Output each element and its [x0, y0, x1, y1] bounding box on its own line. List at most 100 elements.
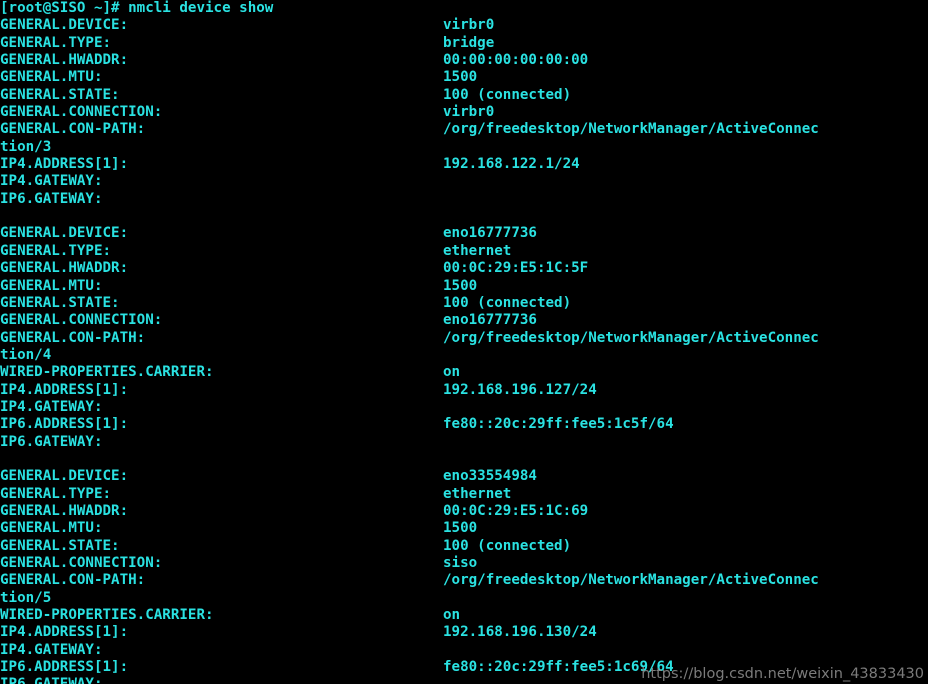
- property-key: GENERAL.CONNECTION:: [0, 104, 163, 121]
- property-key: GENERAL.MTU:: [0, 520, 103, 537]
- property-value: 1500: [443, 277, 478, 294]
- terminal-output[interactable]: [root@SISO ~]# nmcli device show GENERAL.…: [0, 0, 928, 684]
- terminal-property-row: GENERAL.STATE: 100 (connected): [0, 538, 928, 555]
- terminal-wrapped-line: tion/3: [0, 139, 928, 156]
- property-key: IP4.GATEWAY:: [0, 398, 103, 415]
- property-value: bridge: [443, 34, 495, 51]
- terminal-property-row: GENERAL.CONNECTION: siso: [0, 555, 928, 572]
- property-value: eno16777736: [443, 225, 537, 242]
- property-key: IP4.ADDRESS[1]:: [0, 624, 129, 641]
- property-key: IP4.ADDRESS[1]:: [0, 156, 129, 173]
- terminal-property-row: IP6.GATEWAY:: [0, 434, 928, 451]
- property-key: GENERAL.MTU:: [0, 277, 103, 294]
- terminal-property-row: IP4.GATEWAY:: [0, 399, 928, 416]
- terminal-property-row: GENERAL.CON-PATH: /org/freedesktop/Networ…: [0, 330, 928, 347]
- terminal-property-row: GENERAL.DEVICE: eno16777736: [0, 225, 928, 242]
- property-value: 1500: [443, 69, 478, 86]
- terminal-property-row: GENERAL.STATE: 100 (connected): [0, 87, 928, 104]
- terminal-property-row: GENERAL.MTU: 1500: [0, 278, 928, 295]
- terminal-property-row: IP6.ADDRESS[1]: fe80::20c:29ff:fee5:1c69/…: [0, 659, 928, 676]
- property-key: GENERAL.HWADDR:: [0, 52, 129, 69]
- terminal-property-row: GENERAL.TYPE: bridge: [0, 35, 928, 52]
- property-value: 1500: [443, 520, 478, 537]
- terminal-property-row: WIRED-PROPERTIES.CARRIER: on: [0, 364, 928, 381]
- property-value: 192.168.196.127/24: [443, 381, 597, 398]
- terminal-property-row: GENERAL.DEVICE: virbr0: [0, 17, 928, 34]
- property-value: on: [443, 607, 461, 624]
- property-value: siso: [443, 555, 478, 571]
- wrapped-text: tion/5: [0, 589, 52, 606]
- property-key: GENERAL.STATE:: [0, 86, 120, 103]
- terminal-wrapped-line: tion/5: [0, 590, 928, 607]
- terminal-property-row: GENERAL.CON-PATH: /org/freedesktop/Networ…: [0, 121, 928, 138]
- terminal-screen: [root@SISO ~]# nmcli device show GENERAL.…: [0, 0, 928, 684]
- terminal-property-row: WIRED-PROPERTIES.CARRIER: on: [0, 607, 928, 624]
- property-value: fe80::20c:29ff:fee5:1c5f/64: [443, 416, 674, 433]
- property-value: ethernet: [443, 485, 512, 502]
- terminal-property-row: GENERAL.MTU: 1500: [0, 520, 928, 537]
- property-value: 100 (connected): [443, 294, 572, 311]
- property-key: GENERAL.CON-PATH:: [0, 572, 146, 589]
- property-key: WIRED-PROPERTIES.CARRIER:: [0, 607, 214, 624]
- property-value: on: [443, 364, 461, 381]
- prompt-command-text: [root@SISO ~]# nmcli device show: [0, 0, 274, 16]
- terminal-prompt-line: [root@SISO ~]# nmcli device show: [0, 0, 928, 17]
- property-key: IP6.GATEWAY:: [0, 676, 443, 684]
- property-value: 192.168.122.1/24: [443, 156, 580, 173]
- property-key: IP6.GATEWAY:: [0, 190, 103, 207]
- property-value: eno33554984: [443, 468, 537, 485]
- property-key: GENERAL.HWADDR:: [0, 260, 129, 277]
- terminal-property-row: GENERAL.TYPE: ethernet: [0, 243, 928, 260]
- property-key: GENERAL.MTU:: [0, 69, 103, 86]
- property-key: GENERAL.DEVICE:: [0, 17, 129, 34]
- terminal-property-row: IP6.ADDRESS[1]: fe80::20c:29ff:fee5:1c5f/…: [0, 416, 928, 433]
- property-value: /org/freedesktop/NetworkManager/ActiveCo…: [443, 121, 819, 138]
- property-value: 100 (connected): [443, 86, 572, 103]
- property-value: /org/freedesktop/NetworkManager/ActiveCo…: [443, 572, 819, 589]
- property-key: GENERAL.CON-PATH:: [0, 121, 146, 138]
- property-key: GENERAL.CONNECTION:: [0, 312, 163, 329]
- property-key: IP6.GATEWAY:: [0, 433, 103, 450]
- terminal-property-row: GENERAL.DEVICE: eno33554984: [0, 468, 928, 485]
- property-key: IP4.GATEWAY:: [0, 641, 103, 658]
- property-value: 192.168.196.130/24: [443, 624, 597, 641]
- property-value: eno16777736: [443, 312, 537, 329]
- terminal-property-row: GENERAL.HWADDR: 00:00:00:00:00:00: [0, 52, 928, 69]
- terminal-property-row: GENERAL.HWADDR: 00:0C:29:E5:1C:5F: [0, 260, 928, 277]
- property-value: ethernet: [443, 242, 512, 259]
- property-value: virbr0: [443, 104, 495, 121]
- terminal-property-row: IP4.ADDRESS[1]: 192.168.196.127/24: [0, 382, 928, 399]
- property-key: GENERAL.CON-PATH:: [0, 329, 146, 346]
- property-value: virbr0: [443, 17, 495, 34]
- property-key: GENERAL.DEVICE:: [0, 468, 129, 485]
- property-key: GENERAL.DEVICE:: [0, 225, 129, 242]
- property-value: 00:0C:29:E5:1C:5F: [443, 260, 589, 277]
- property-key: GENERAL.STATE:: [0, 294, 120, 311]
- terminal-property-row: GENERAL.CONNECTION: eno16777736: [0, 312, 928, 329]
- property-key: IP6.ADDRESS[1]:: [0, 416, 129, 433]
- property-key: WIRED-PROPERTIES.CARRIER:: [0, 364, 214, 381]
- terminal-property-row: IP4.GATEWAY:: [0, 642, 928, 659]
- terminal-property-row: GENERAL.HWADDR: 00:0C:29:E5:1C:69: [0, 503, 928, 520]
- property-key: IP6.ADDRESS[1]:: [0, 659, 129, 676]
- terminal-wrapped-line: tion/4: [0, 347, 928, 364]
- property-value: /org/freedesktop/NetworkManager/ActiveCo…: [443, 329, 819, 346]
- wrapped-text: tion/4: [0, 346, 52, 363]
- property-value: fe80::20c:29ff:fee5:1c69/64: [443, 659, 674, 676]
- wrapped-text: tion/3: [0, 138, 52, 155]
- terminal-property-row: GENERAL.CONNECTION: virbr0: [0, 104, 928, 121]
- property-key: IP4.GATEWAY:: [0, 173, 103, 190]
- property-key: GENERAL.TYPE:: [0, 34, 112, 51]
- terminal-property-row: GENERAL.STATE: 100 (connected): [0, 295, 928, 312]
- terminal-property-row: IP4.ADDRESS[1]: 192.168.196.130/24: [0, 624, 928, 641]
- property-value: 100 (connected): [443, 537, 572, 554]
- terminal-property-row: IP6.GATEWAY:: [0, 191, 928, 208]
- property-key: GENERAL.HWADDR:: [0, 502, 129, 519]
- terminal-property-row: GENERAL.MTU: 1500: [0, 69, 928, 86]
- property-value: 00:0C:29:E5:1C:69: [443, 502, 589, 519]
- terminal-property-row: IP4.GATEWAY:: [0, 173, 928, 190]
- terminal-property-row: IP6.GATEWAY:: [0, 676, 928, 684]
- property-key: IP4.ADDRESS[1]:: [0, 381, 129, 398]
